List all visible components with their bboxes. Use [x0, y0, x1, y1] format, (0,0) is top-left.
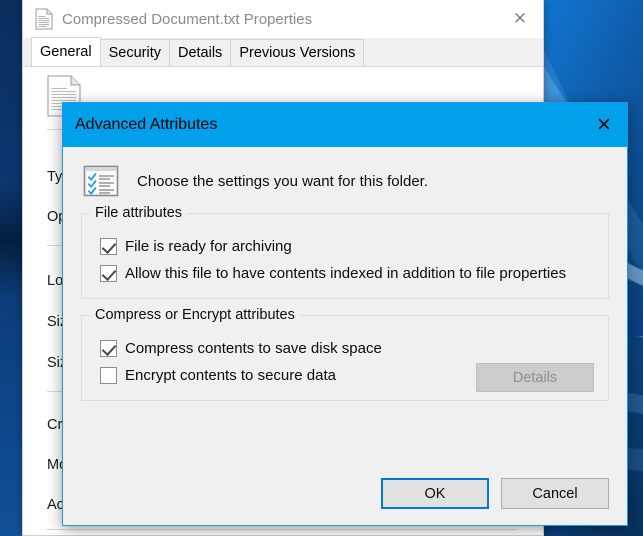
advanced-attributes-body: Choose the settings you want for this fo…	[63, 147, 627, 401]
checkbox-row-archiving[interactable]: File is ready for archiving	[100, 238, 594, 255]
file-attributes-group: File attributes File is ready for archiv…	[81, 205, 609, 299]
compress-encrypt-group-label: Compress or Encrypt attributes	[90, 307, 300, 323]
advanced-attributes-dialog: Advanced Attributes ✕ Choose the setting…	[62, 102, 628, 526]
advanced-attributes-titlebar: Advanced Attributes ✕	[63, 103, 627, 147]
checkbox-archiving-label: File is ready for archiving	[125, 238, 292, 255]
details-button: Details	[476, 363, 594, 392]
checkbox-index-contents-label: Allow this file to have contents indexed…	[125, 265, 567, 282]
file-attributes-group-label: File attributes	[90, 205, 188, 221]
checklist-icon	[83, 165, 119, 197]
close-icon[interactable]: ✕	[581, 103, 627, 147]
properties-window-title: Compressed Document.txt Properties	[62, 10, 313, 28]
properties-titlebar: Compressed Document.txt Properties ✕	[23, 0, 543, 38]
tab-security[interactable]: Security	[99, 39, 170, 66]
properties-close-button[interactable]: ✕	[497, 0, 543, 38]
properties-tab-strip: General Security Details Previous Versio…	[23, 37, 543, 67]
checkbox-row-index-contents[interactable]: Allow this file to have contents indexed…	[100, 265, 594, 282]
checkbox-encrypt-contents[interactable]	[100, 367, 117, 384]
checkbox-encrypt-contents-label: Encrypt contents to secure data	[125, 367, 336, 384]
checkbox-archiving[interactable]	[100, 238, 117, 255]
tab-details[interactable]: Details	[168, 39, 232, 66]
advanced-attributes-footer: OK Cancel	[381, 478, 609, 509]
advanced-attributes-instruction: Choose the settings you want for this fo…	[137, 172, 428, 190]
tab-general[interactable]: General	[31, 37, 101, 66]
checkbox-row-compress[interactable]: Compress contents to save disk space	[100, 340, 594, 357]
checkbox-compress-contents[interactable]	[100, 340, 117, 357]
text-document-icon	[35, 8, 53, 30]
compress-encrypt-group: Compress or Encrypt attributes Compress …	[81, 307, 609, 401]
ok-button[interactable]: OK	[381, 478, 489, 509]
advanced-attributes-title: Advanced Attributes	[75, 116, 218, 133]
checkbox-row-encrypt[interactable]: Encrypt contents to secure data Details	[100, 363, 594, 392]
properties-divider	[47, 529, 517, 530]
cancel-button[interactable]: Cancel	[501, 478, 609, 509]
advanced-attributes-intro: Choose the settings you want for this fo…	[81, 147, 609, 213]
tab-previous-versions[interactable]: Previous Versions	[230, 39, 365, 66]
checkbox-index-contents[interactable]	[100, 265, 117, 282]
checkbox-compress-contents-label: Compress contents to save disk space	[125, 340, 382, 357]
